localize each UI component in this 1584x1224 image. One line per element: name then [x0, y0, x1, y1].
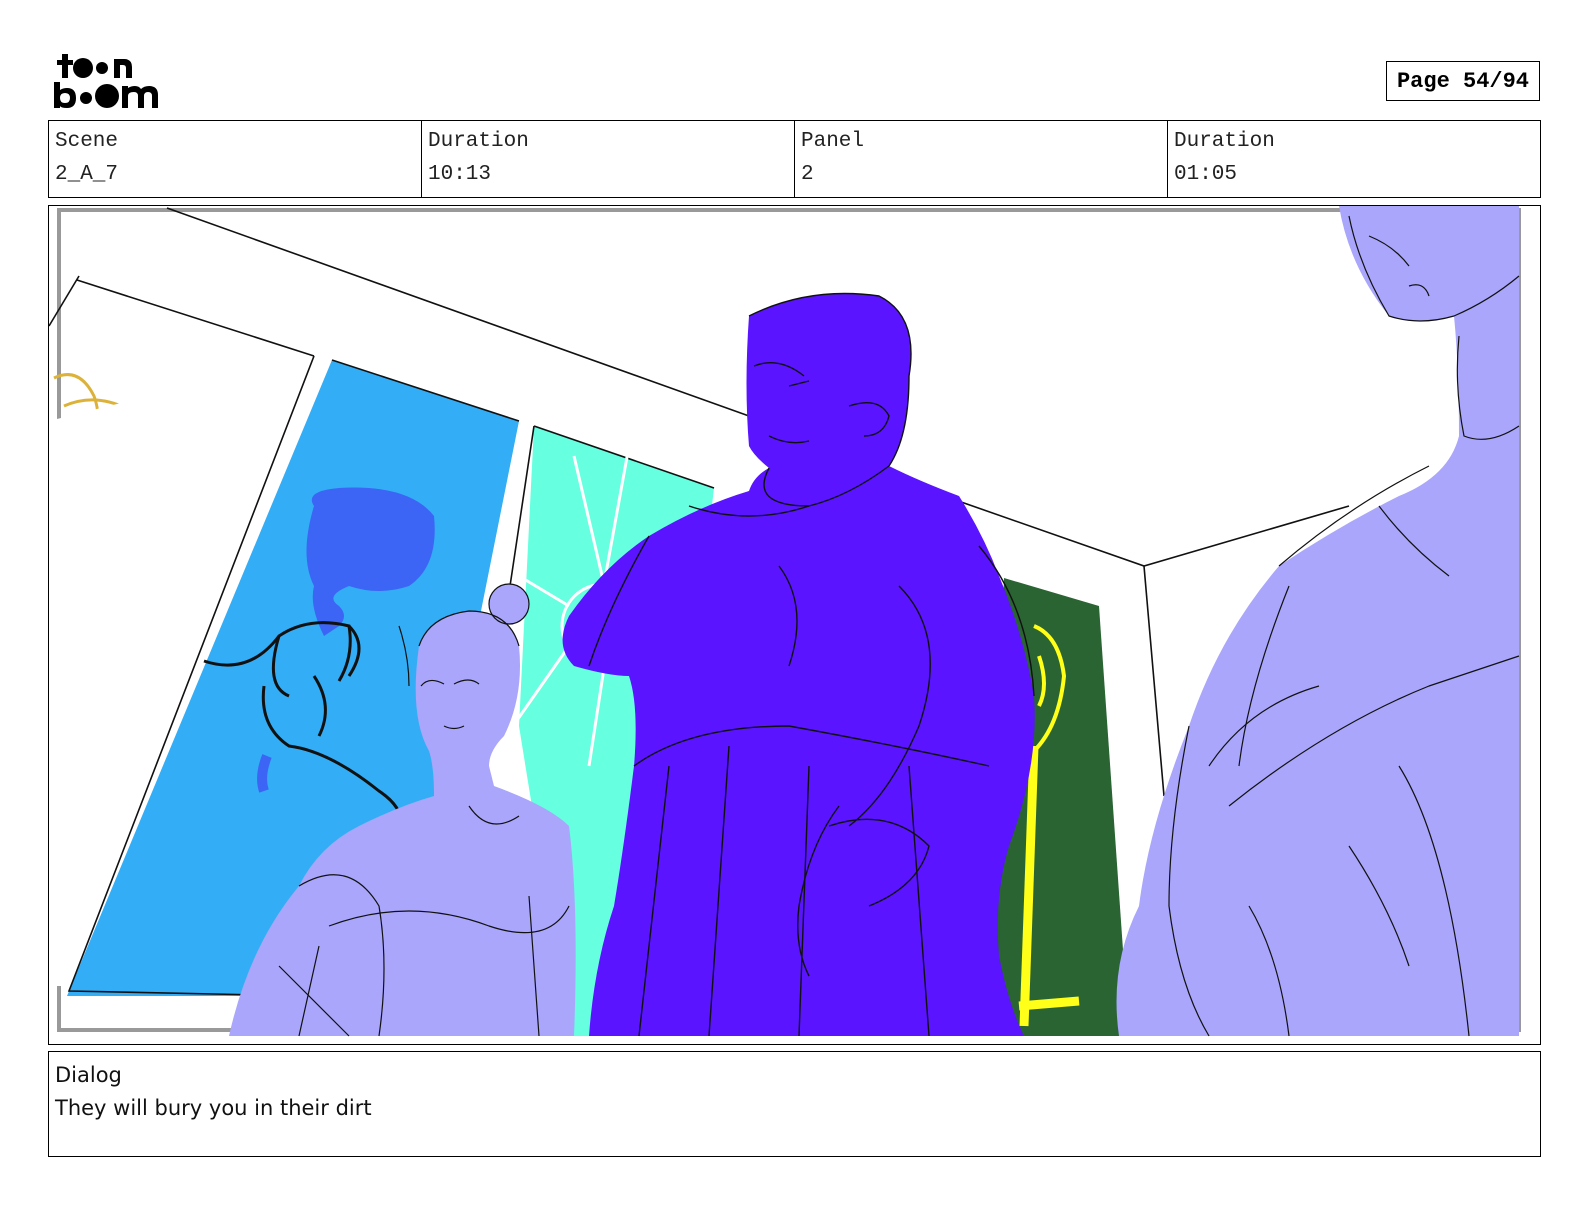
purple-central-figure	[562, 293, 1035, 1036]
page-number: Page 54/94	[1386, 61, 1540, 101]
scene-label: Scene	[55, 130, 119, 153]
scene-info-table: Scene 2_A_7 Duration 10:13 Panel 2 Durat…	[48, 120, 1541, 198]
hair-bun	[488, 583, 530, 625]
panel-cell: Panel 2	[795, 121, 1168, 197]
storyboard-panel	[48, 205, 1541, 1045]
storyboard-sketch	[49, 206, 1521, 1037]
dialog-text: They will bury you in their dirt	[55, 1096, 372, 1120]
scene-duration-cell: Duration 10:13	[422, 121, 795, 197]
lavender-foreground-figure	[1116, 206, 1519, 1036]
dialog-box: Dialog They will bury you in their dirt	[48, 1051, 1541, 1157]
scene-duration-label: Duration	[428, 130, 529, 153]
dialog-label: Dialog	[55, 1063, 122, 1087]
panel-value: 2	[801, 163, 814, 186]
scene-duration-value: 10:13	[428, 163, 492, 186]
logo-mark-icon	[54, 54, 158, 108]
panel-duration-value: 01:05	[1174, 163, 1238, 186]
panel-duration-cell: Duration 01:05	[1168, 121, 1540, 197]
panel-label: Panel	[801, 130, 865, 153]
panel-duration-label: Duration	[1174, 130, 1275, 153]
toon-boom-logo	[52, 50, 164, 112]
scene-cell: Scene 2_A_7	[49, 121, 422, 197]
scene-value: 2_A_7	[55, 163, 119, 186]
